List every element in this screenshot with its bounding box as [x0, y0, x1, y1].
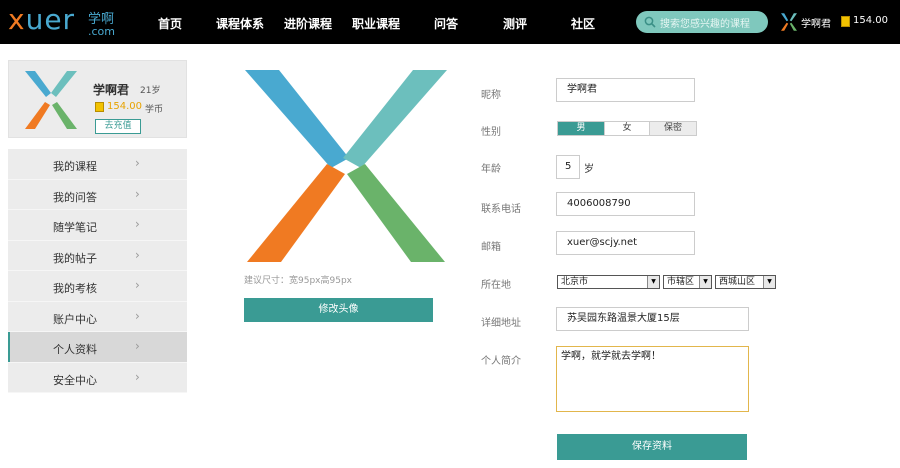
sidebar-item-label: 账户中心 — [53, 312, 97, 326]
sidebar-item-notes[interactable]: 随学笔记 › — [8, 210, 187, 241]
sidebar-item-label: 我的课程 — [53, 160, 97, 173]
chevron-right-icon: › — [135, 186, 140, 201]
chevron-right-icon: › — [135, 308, 140, 323]
address-field[interactable]: 苏吴园东路温景大厦15层 — [556, 307, 749, 331]
city-select[interactable]: 市辖区 ▼ — [663, 275, 712, 289]
sidebar-item-account[interactable]: 账户中心 › — [8, 301, 187, 332]
province-select[interactable]: 北京市 ▼ — [557, 275, 660, 289]
chevron-down-icon[interactable]: ▼ — [699, 276, 711, 288]
sidebar-item-label: 我的问答 — [53, 190, 97, 204]
email-field[interactable]: xuer@scjy.net — [556, 231, 695, 255]
district-value: 西城山区 — [719, 277, 756, 287]
profile-avatar-preview — [245, 70, 447, 262]
province-value: 北京市 — [561, 277, 589, 287]
sidebar-item-security[interactable]: 安全中心 › — [8, 362, 187, 393]
sidebar-item-my-posts[interactable]: 我的帖子 › — [8, 240, 187, 271]
avatar-size-hint: 建议尺寸：宽95px高95px — [244, 276, 352, 286]
avatar[interactable] — [23, 69, 79, 131]
chevron-down-icon[interactable]: ▼ — [647, 276, 659, 288]
sidebar-item-label: 安全中心 — [53, 373, 97, 387]
phone-label: 联系电话 — [481, 204, 521, 215]
bio-textarea[interactable]: 学啊，就学就去学啊！ — [556, 346, 749, 412]
nav-item-community[interactable]: 社区 — [571, 15, 595, 32]
gender-selector: 男 女 保密 — [557, 121, 697, 136]
nickname-label: 昵称 — [481, 90, 501, 101]
nav-item-course-system[interactable]: 课程体系 — [216, 15, 264, 32]
bio-label: 个人简介 — [481, 356, 521, 367]
gender-option-male[interactable]: 男 — [558, 122, 604, 135]
profile-name: 学啊君 — [93, 83, 130, 97]
top-navigation-bar: xuer 学啊 .com 首页 课程体系 进阶课程 职业课程 问答 测评 社区 … — [0, 0, 900, 44]
gender-option-female[interactable]: 女 — [604, 122, 650, 135]
nav-item-advanced-courses[interactable]: 进阶课程 — [284, 15, 332, 32]
search-placeholder: 搜索您感兴趣的课程 — [660, 19, 750, 30]
chevron-right-icon: › — [135, 247, 140, 262]
nav-item-career-courses[interactable]: 职业课程 — [352, 15, 400, 32]
profile-age: 21岁 — [140, 86, 161, 96]
topbar-username[interactable]: 学啊君 — [801, 15, 831, 30]
address-label: 详细地址 — [481, 318, 521, 329]
profile-coin-label: 学币 — [145, 105, 164, 115]
save-profile-button[interactable]: 保存资料 — [557, 434, 747, 460]
sidebar-item-label: 随学笔记 — [53, 221, 97, 234]
recharge-button[interactable]: 去充值 — [95, 119, 141, 134]
profile-coin-balance: 154.00 — [107, 101, 142, 112]
gender-label: 性别 — [481, 127, 501, 138]
sidebar-item-my-courses[interactable]: 我的课程 › — [8, 149, 187, 180]
sidebar-item-my-qa[interactable]: 我的问答 › — [8, 179, 187, 210]
topbar-coin-balance: 154.00 — [853, 15, 888, 26]
chevron-right-icon: › — [135, 278, 140, 292]
user-logo-icon[interactable] — [781, 13, 797, 31]
nav-item-home[interactable]: 首页 — [158, 15, 182, 32]
sidebar-item-label: 我的考核 — [53, 282, 97, 295]
logo-domain: .com — [88, 25, 115, 38]
nickname-field[interactable]: 学啊君 — [556, 78, 695, 102]
search-input[interactable]: 搜索您感兴趣的课程 — [636, 11, 768, 33]
sidebar-item-profile[interactable]: 个人资料 › — [8, 332, 187, 363]
chevron-right-icon: › — [135, 156, 140, 170]
sidebar-item-label: 我的帖子 — [53, 251, 97, 265]
district-select[interactable]: 西城山区 ▼ — [715, 275, 776, 289]
profile-card: 学啊君 21岁 154.00 学币 去充值 — [8, 60, 187, 138]
age-label: 年龄 — [481, 164, 501, 175]
gold-coin-icon — [95, 102, 104, 112]
sidebar-item-label: 个人资料 — [53, 343, 97, 356]
gold-coin-icon — [841, 16, 850, 27]
chevron-down-icon[interactable]: ▼ — [763, 276, 775, 288]
sidebar-item-my-exams[interactable]: 我的考核 › — [8, 271, 187, 302]
chevron-right-icon: › — [135, 217, 140, 231]
location-label: 所在地 — [481, 280, 511, 291]
city-value: 市辖区 — [667, 277, 695, 287]
chevron-right-icon: › — [135, 339, 140, 353]
logo-wordmark: xuer — [8, 3, 76, 36]
email-label: 邮箱 — [481, 242, 501, 253]
chevron-right-icon: › — [135, 369, 140, 384]
sidebar-menu: 我的课程 › 我的问答 › 随学笔记 › 我的帖子 › 我的考核 › 账户中心 … — [8, 149, 187, 393]
nav-item-assessment[interactable]: 测评 — [503, 15, 527, 32]
change-avatar-button[interactable]: 修改头像 — [244, 298, 433, 322]
age-unit: 岁 — [584, 164, 594, 175]
nav-item-qa[interactable]: 问答 — [434, 15, 458, 32]
gender-option-private[interactable]: 保密 — [650, 122, 696, 135]
age-field[interactable]: 5 — [556, 155, 580, 179]
phone-field[interactable]: 4006008790 — [556, 192, 695, 216]
search-icon[interactable] — [644, 16, 656, 28]
